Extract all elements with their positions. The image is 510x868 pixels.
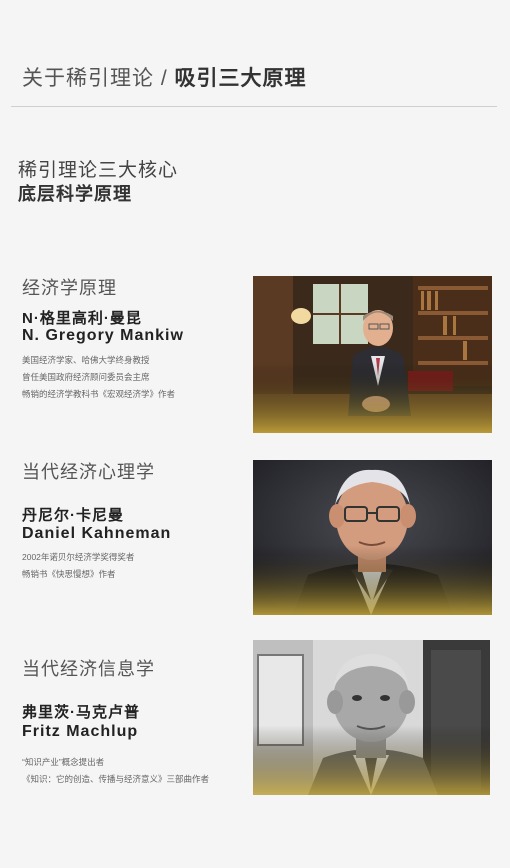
description-line: “知识产业”概念提出者 [22, 757, 105, 767]
person-name-en: N. Gregory Mankiw [22, 327, 184, 344]
intro-line-2: 底层科学原理 [18, 184, 132, 204]
person-field: 当代经济心理学 [22, 462, 155, 482]
person-field: 当代经济信息学 [22, 659, 155, 679]
mankiw-photo [253, 276, 492, 433]
person-field: 经济学原理 [22, 278, 117, 298]
person-name-cn: N·格里高利·曼昆 [22, 310, 142, 327]
person-name-en: Daniel Kahneman [22, 525, 172, 542]
description-line: 畅销的经济学教科书《宏观经济学》作者 [22, 389, 176, 399]
header-title: 吸引三大原理 [174, 67, 307, 90]
header-prefix: 关于稀引理论 / [22, 67, 168, 90]
description-line: 畅销书《快思慢想》作者 [22, 569, 116, 579]
intro-line-1: 稀引理论三大核心 [18, 160, 179, 181]
person-name-cn: 丹尼尔·卡尼曼 [22, 507, 124, 524]
person-description: 2002年诺贝尔经济学奖得奖者 畅销书《快思慢想》作者 [22, 549, 134, 583]
description-line: 美国经济学家、哈佛大学终身教授 [22, 355, 150, 365]
person-name-en: Fritz Machlup [22, 723, 139, 740]
kahneman-photo [253, 460, 492, 615]
person-description: 美国经济学家、哈佛大学终身教授 曾任美国政府经济顾问委员会主席 畅销的经济学教科… [22, 352, 175, 403]
machlup-photo [253, 640, 490, 795]
description-line: 2002年诺贝尔经济学奖得奖者 [22, 552, 135, 562]
header-divider [11, 106, 497, 107]
person-description: “知识产业”概念提出者 《知识：它的创造、传播与经济意义》三部曲作者 [22, 754, 209, 788]
page-header: 关于稀引理论 / 吸引三大原理 [22, 62, 307, 92]
description-line: 曾任美国政府经济顾问委员会主席 [22, 372, 150, 382]
person-name-cn: 弗里茨·马克卢普 [22, 704, 140, 721]
description-line: 《知识：它的创造、传播与经济意义》三部曲作者 [22, 774, 210, 784]
